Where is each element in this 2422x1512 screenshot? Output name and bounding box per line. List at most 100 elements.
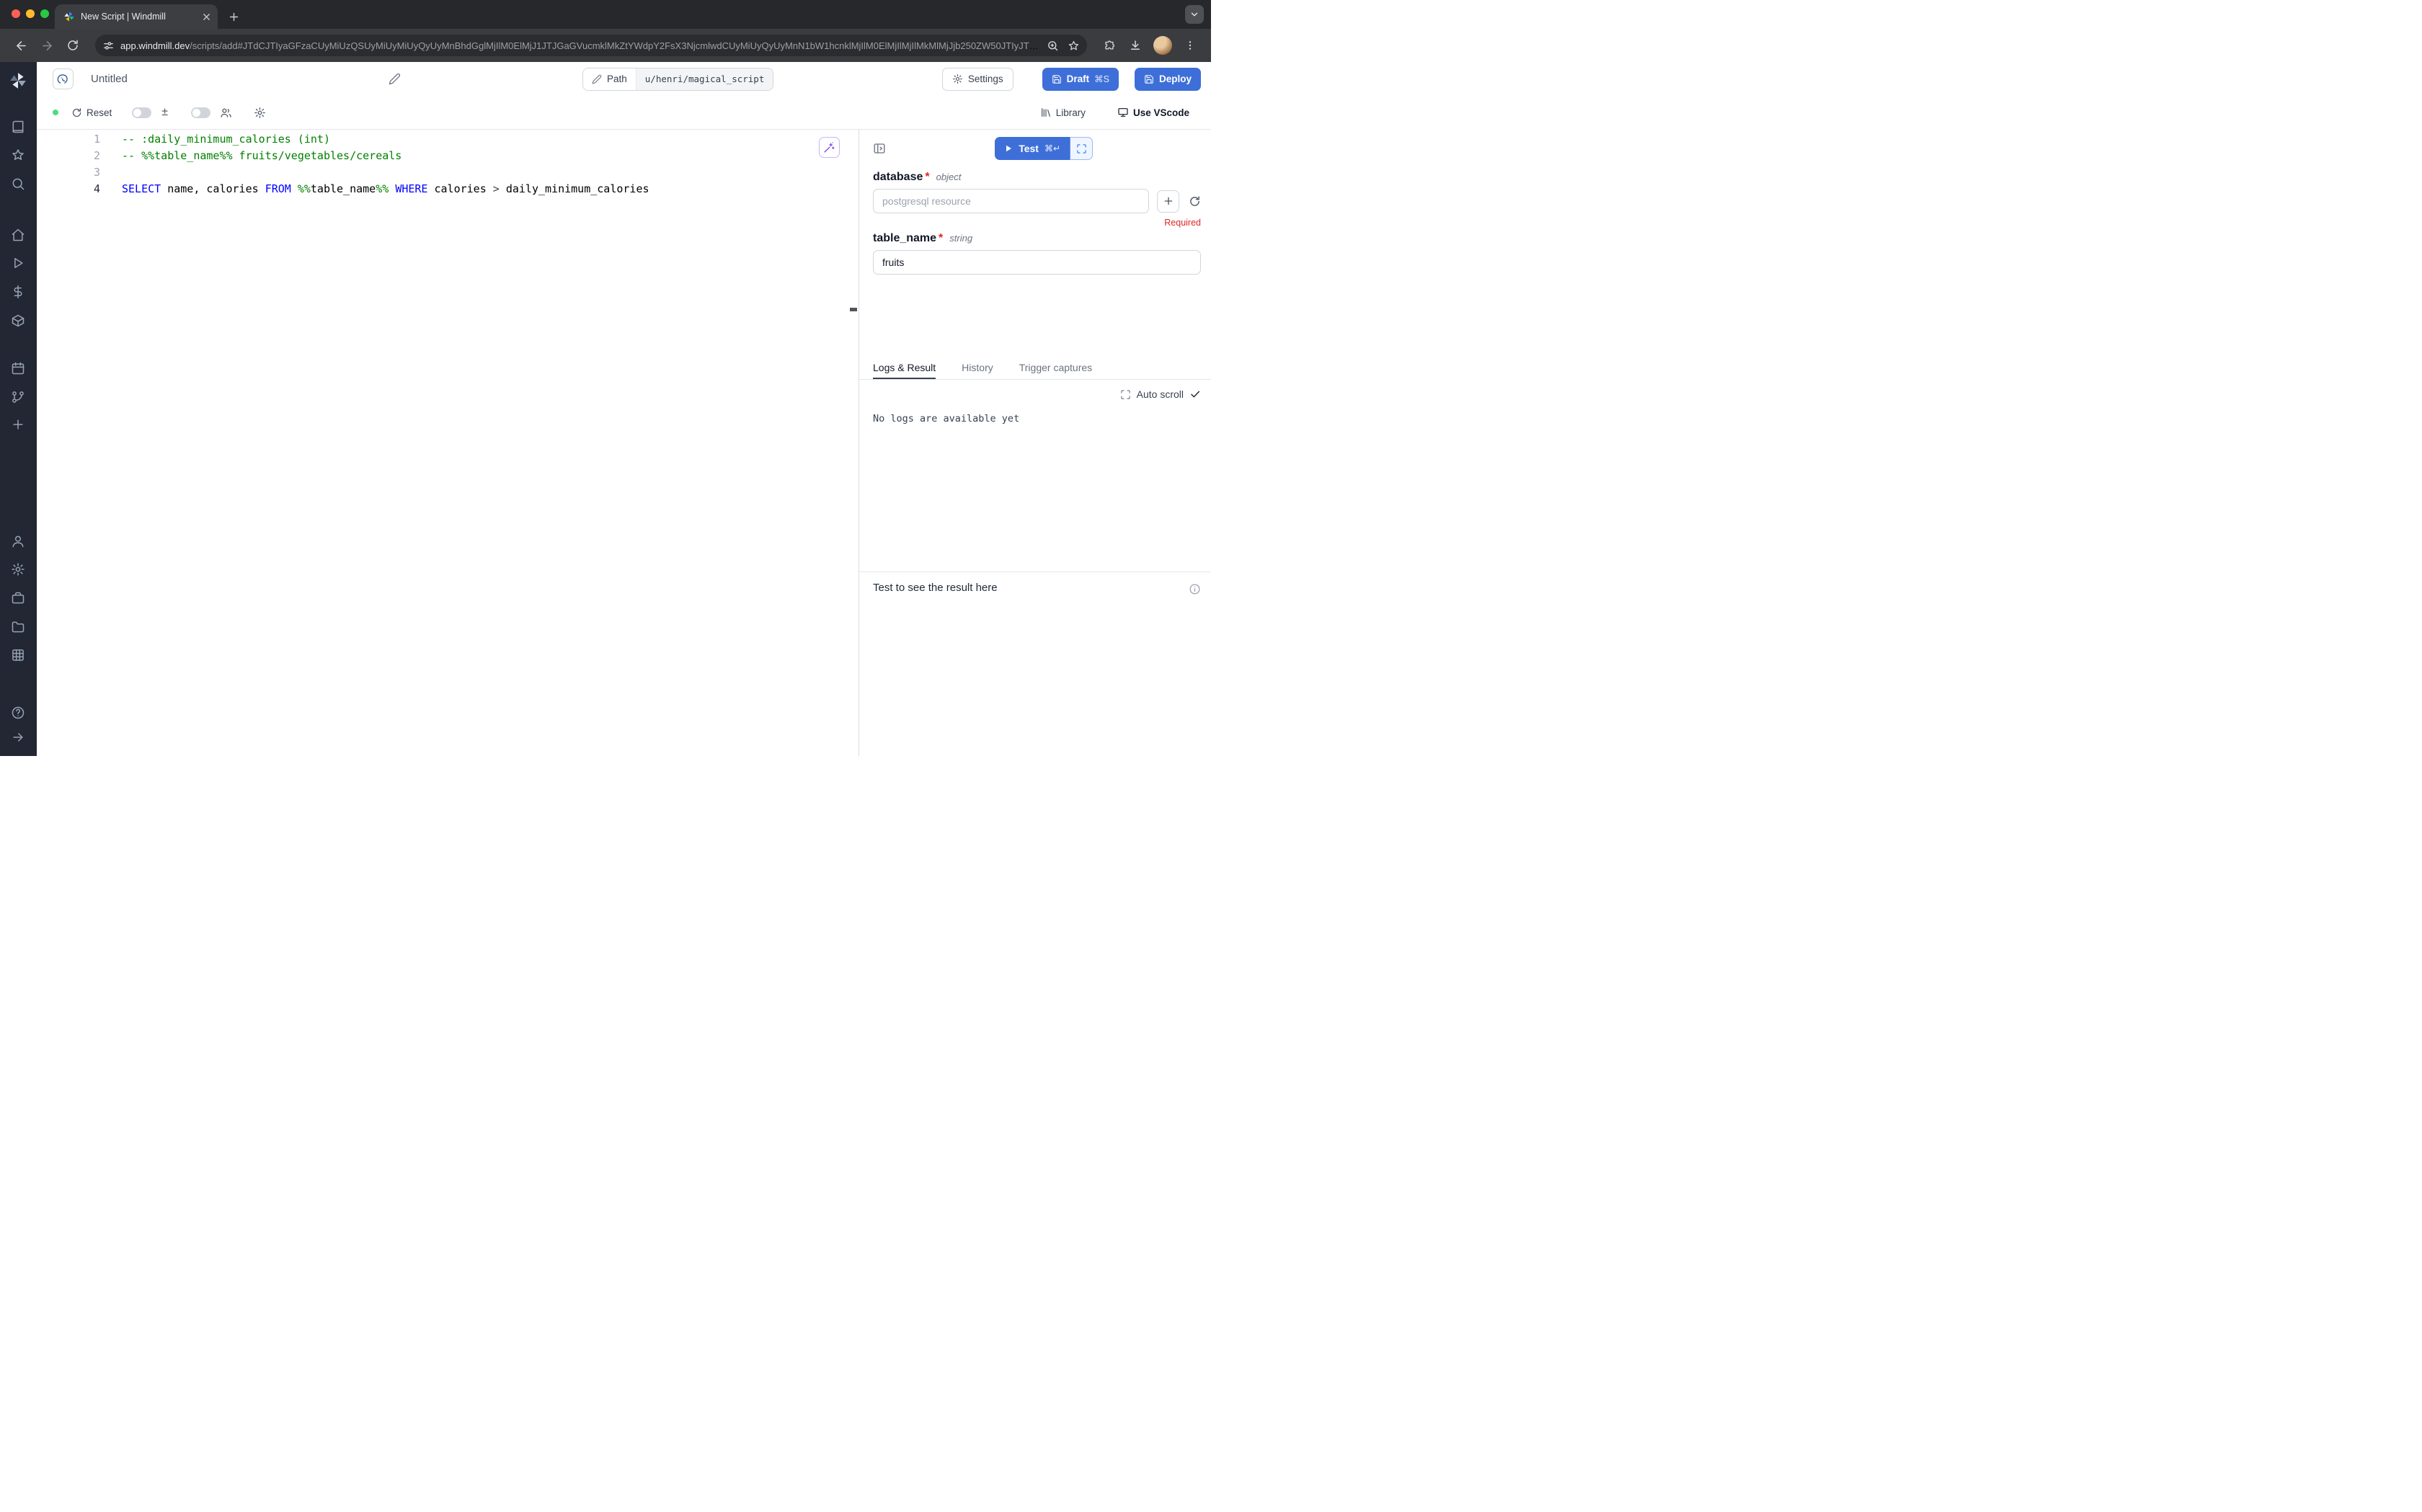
url-bar[interactable]: app.windmill.dev/scripts/add#JTdCJTIyaGF… (95, 35, 1087, 56)
window-controls-chevron[interactable] (1185, 5, 1204, 24)
editor-settings-button[interactable] (254, 107, 266, 119)
draft-button[interactable]: Draft ⌘S (1042, 68, 1119, 91)
refresh-resources-button[interactable] (1189, 195, 1201, 208)
sidebar-item-help[interactable] (11, 706, 25, 720)
ai-assistant-button[interactable] (819, 137, 840, 158)
code-line[interactable]: SELECT name, calories FROM %%table_name%… (122, 181, 649, 197)
browser-menu-button[interactable] (1179, 35, 1201, 56)
app-sidebar (0, 62, 37, 756)
sidebar-item-workspace[interactable] (11, 591, 25, 605)
book-icon (11, 120, 25, 134)
minimize-window-button[interactable] (26, 9, 35, 18)
play-icon (1004, 144, 1013, 153)
sidebar-item-create[interactable] (11, 417, 25, 432)
sidebar-item-docs[interactable] (11, 120, 25, 134)
plus-icon (228, 11, 240, 23)
auto-scroll-label[interactable]: Auto scroll (1137, 388, 1184, 400)
code-editor[interactable]: 1234 -- :daily_minimum_calories (int)-- … (37, 130, 859, 756)
puzzle-icon (1103, 39, 1116, 52)
status-dot (53, 110, 58, 115)
tab-close-icon[interactable] (201, 12, 212, 22)
kebab-menu-icon (1184, 40, 1196, 51)
check-icon[interactable] (1189, 388, 1201, 400)
browser-tab[interactable]: New Script | Windmill (55, 4, 218, 29)
draft-label: Draft (1067, 74, 1090, 84)
tab-title: New Script | Windmill (81, 12, 195, 22)
diff-toggle[interactable] (132, 107, 151, 118)
browser-chrome: New Script | Windmill (0, 0, 1211, 62)
bookmark-star-icon[interactable] (1068, 40, 1080, 52)
folder-icon (11, 620, 25, 634)
sidebar-item-account[interactable] (11, 534, 25, 548)
reset-button[interactable]: Reset (71, 107, 112, 118)
sidebar-item-variables[interactable] (11, 285, 25, 299)
database-input[interactable] (873, 189, 1149, 213)
code-line[interactable] (122, 164, 649, 181)
line-number: 3 (37, 164, 100, 181)
code-line[interactable]: -- %%table_name%% fruits/vegetables/cere… (122, 148, 649, 164)
add-resource-button[interactable] (1157, 190, 1179, 213)
test-advanced-button[interactable] (1070, 137, 1093, 160)
sidebar-item-settings[interactable] (11, 562, 25, 577)
sidebar-item-resources[interactable] (11, 313, 25, 328)
multiplayer-toggle[interactable] (191, 107, 210, 118)
info-icon[interactable] (1189, 583, 1201, 595)
tab-history[interactable]: History (962, 362, 993, 379)
gear-icon (254, 107, 266, 119)
language-badge[interactable] (53, 68, 74, 89)
maximize-icon[interactable] (1120, 389, 1131, 400)
edit-pencil-icon[interactable] (389, 73, 401, 85)
sidebar-item-folders[interactable] (11, 620, 25, 634)
gear-icon (11, 562, 25, 577)
tab-trigger-captures[interactable]: Trigger captures (1019, 362, 1092, 379)
code-line[interactable]: -- :daily_minimum_calories (int) (122, 131, 649, 148)
browser-tab-strip: New Script | Windmill (0, 0, 1211, 29)
test-button[interactable]: Test ⌘↵ (995, 137, 1070, 160)
library-button[interactable]: Library (1040, 107, 1086, 118)
deploy-button[interactable]: Deploy (1135, 68, 1201, 91)
path-edit-button[interactable]: Path (583, 68, 636, 90)
site-info-icon[interactable] (102, 40, 115, 52)
settings-button[interactable]: Settings (942, 68, 1013, 91)
deploy-label: Deploy (1159, 74, 1192, 84)
reload-button[interactable] (62, 35, 84, 56)
tab-logs-result[interactable]: Logs & Result (873, 362, 936, 379)
use-vscode-button[interactable]: Use VScode (1117, 107, 1189, 118)
arrow-right-icon (40, 39, 54, 53)
sidebar-item-runs[interactable] (11, 256, 25, 270)
downloads-button[interactable] (1124, 35, 1146, 56)
arrow-left-icon (14, 39, 28, 53)
plus-icon (11, 417, 25, 432)
path-value: u/henri/magical_script (636, 68, 773, 90)
play-icon (11, 256, 25, 270)
new-tab-button[interactable] (223, 6, 244, 27)
table-name-input[interactable] (873, 250, 1201, 275)
page-zoom-icon[interactable] (1047, 40, 1059, 52)
sidebar-expand-button[interactable] (11, 730, 25, 744)
sidebar-item-apps[interactable] (11, 648, 25, 662)
sidebar-item-home[interactable] (11, 228, 25, 242)
cube-icon (11, 313, 25, 328)
script-title-field[interactable]: Untitled (91, 73, 401, 85)
git-branch-icon (11, 390, 25, 404)
main-area: Untitled Path u/henri/magical_script Set… (37, 62, 1211, 756)
zoom-window-button[interactable] (40, 9, 49, 18)
extensions-button[interactable] (1099, 35, 1120, 56)
windmill-favicon (63, 11, 75, 22)
close-window-button[interactable] (12, 9, 20, 18)
path-group[interactable]: Path u/henri/magical_script (582, 68, 773, 91)
url-domain: app.windmill.dev (120, 40, 190, 51)
forward-button[interactable] (36, 35, 58, 56)
sidebar-item-flows[interactable] (11, 390, 25, 404)
profile-avatar[interactable] (1153, 36, 1172, 55)
editor-code[interactable]: -- :daily_minimum_calories (int)-- %%tab… (103, 131, 649, 756)
sidebar-item-schedules[interactable] (11, 361, 25, 375)
line-number: 2 (37, 148, 100, 164)
sidebar-item-favorites[interactable] (11, 148, 25, 162)
windmill-logo-icon[interactable] (9, 71, 27, 90)
back-button[interactable] (10, 35, 32, 56)
sidebar-item-search[interactable] (11, 177, 25, 191)
collapse-panel-button[interactable] (873, 142, 886, 155)
field-table-name: table_name * string (873, 232, 1201, 275)
calendar-icon (11, 361, 25, 375)
